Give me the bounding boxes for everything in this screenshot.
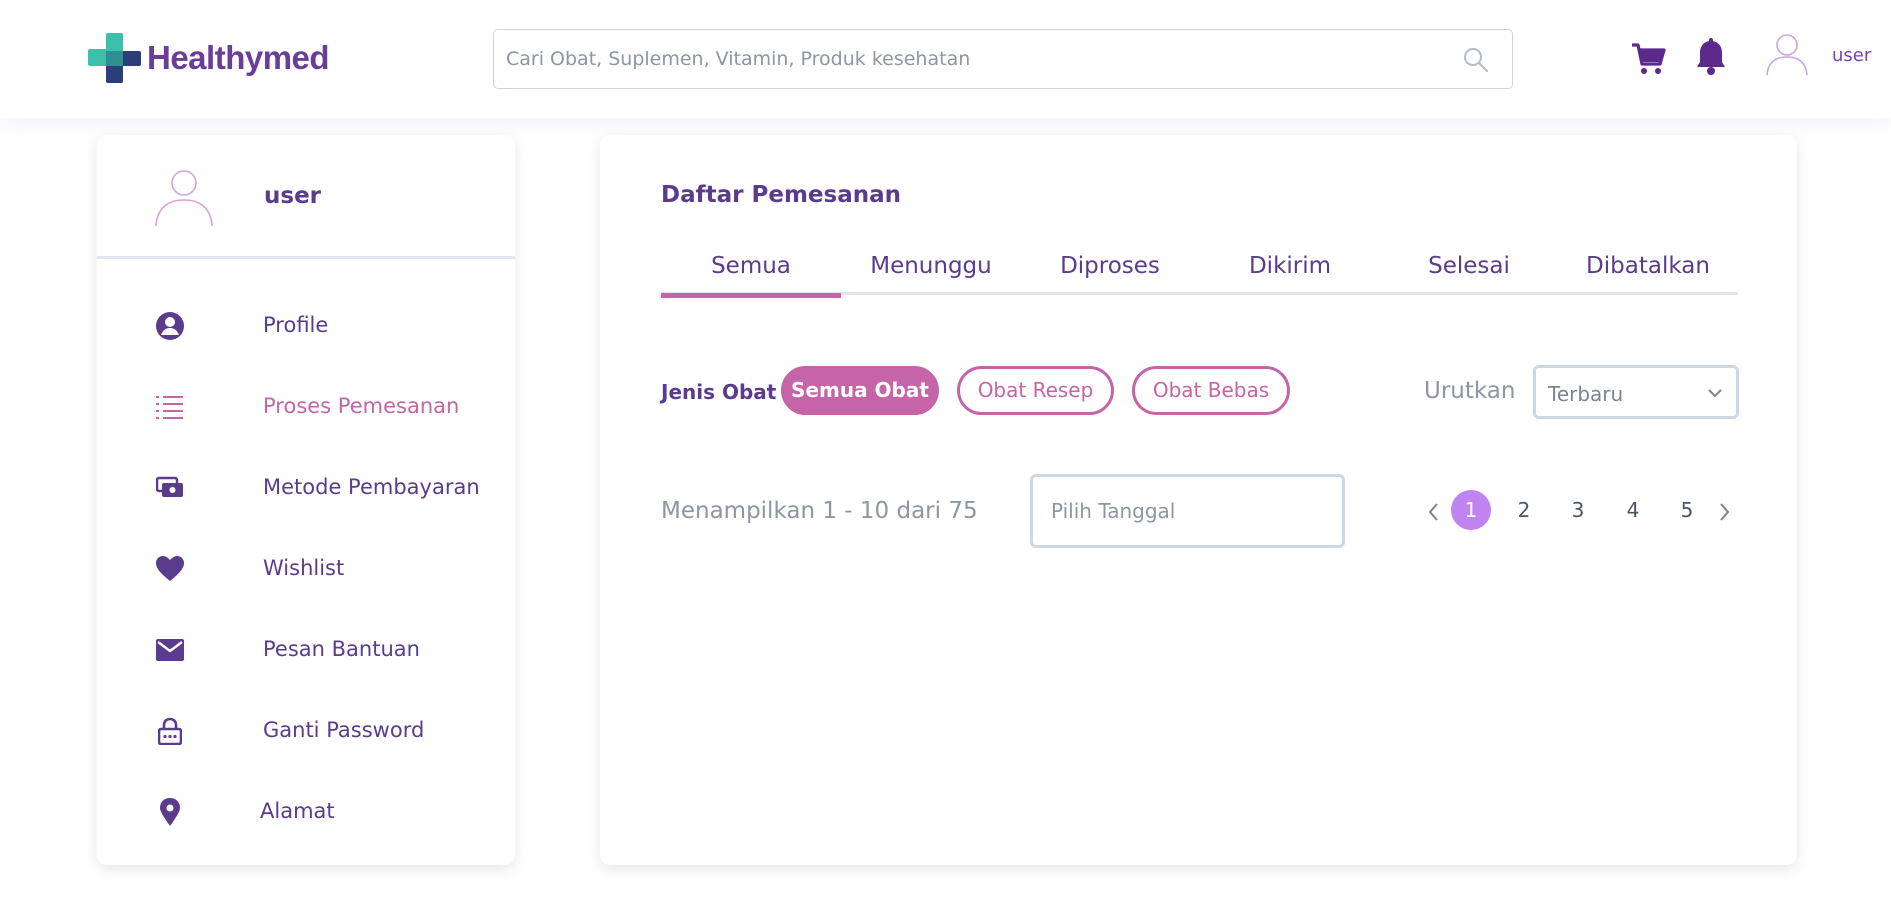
- sidebar-username: user: [264, 183, 322, 209]
- sidebar-item-label: Wishlist: [263, 556, 345, 580]
- search-icon[interactable]: [1462, 46, 1490, 74]
- sidebar-item-pesan-bantuan[interactable]: Pesan Bantuan: [97, 625, 515, 675]
- results-count: Menampilkan 1 - 10 dari 75: [661, 498, 978, 524]
- avatar-icon: [153, 167, 215, 227]
- page-2[interactable]: 2: [1504, 490, 1544, 530]
- sidebar-item-label: Pesan Bantuan: [263, 637, 420, 661]
- sidebar-item-metode-pembayaran[interactable]: Metode Pembayaran: [97, 463, 515, 513]
- search-input[interactable]: [506, 30, 1466, 88]
- page-3[interactable]: 3: [1558, 490, 1598, 530]
- chip-semua-obat[interactable]: Semua Obat: [781, 366, 939, 415]
- sidebar-item-label: Alamat: [260, 799, 335, 823]
- filter-label: Jenis Obat: [661, 380, 777, 404]
- account-sidebar: user Profile Proses Pemesanan Metode Pem…: [97, 135, 515, 865]
- sidebar-item-ganti-password[interactable]: Ganti Password: [97, 706, 515, 756]
- brand-name: Healthymed: [147, 39, 330, 76]
- page-4[interactable]: 4: [1613, 490, 1653, 530]
- page-1[interactable]: 1: [1451, 490, 1491, 530]
- orders-panel: Daftar Pemesanan Semua Menunggu Diproses…: [600, 135, 1797, 865]
- order-status-tabs: Semua Menunggu Diproses Dikirim Selesai …: [661, 243, 1738, 298]
- chevron-right-icon[interactable]: [1714, 500, 1734, 524]
- location-pin-icon: [155, 797, 185, 827]
- sidebar-item-label: Proses Pemesanan: [263, 394, 460, 418]
- heart-icon: [155, 554, 185, 584]
- chip-obat-resep[interactable]: Obat Resep: [957, 366, 1114, 415]
- tab-dikirim[interactable]: Dikirim: [1200, 243, 1380, 295]
- sort-selected-value: Terbaru: [1548, 382, 1624, 406]
- search-bar: [493, 29, 1513, 89]
- tab-menunggu[interactable]: Menunggu: [841, 243, 1021, 295]
- bell-icon[interactable]: [1695, 38, 1727, 76]
- sidebar-item-alamat[interactable]: Alamat: [97, 787, 515, 837]
- sidebar-item-proses-pemesanan[interactable]: Proses Pemesanan: [97, 382, 515, 432]
- page-5[interactable]: 5: [1667, 490, 1707, 530]
- top-header: Healthymed user: [0, 0, 1891, 118]
- mail-icon: [155, 635, 185, 665]
- sidebar-item-label: Ganti Password: [263, 718, 425, 742]
- avatar-icon[interactable]: [1764, 32, 1810, 76]
- tab-selesai[interactable]: Selesai: [1379, 243, 1559, 295]
- header-username[interactable]: user: [1832, 45, 1871, 66]
- tab-diproses[interactable]: Diproses: [1020, 243, 1200, 295]
- payment-icon: [155, 473, 185, 503]
- cart-icon[interactable]: [1630, 40, 1666, 76]
- list-icon: [155, 392, 185, 422]
- date-input[interactable]: [1051, 477, 1331, 545]
- sort-label: Urutkan: [1424, 378, 1516, 404]
- brand-logo[interactable]: Healthymed: [88, 33, 330, 83]
- sidebar-item-profile[interactable]: Profile: [97, 301, 515, 351]
- tab-dibatalkan[interactable]: Dibatalkan: [1558, 243, 1738, 295]
- chevron-left-icon[interactable]: [1424, 500, 1444, 524]
- date-picker: [1030, 474, 1345, 548]
- sidebar-item-label: Metode Pembayaran: [263, 475, 480, 499]
- sidebar-profile-header: user: [97, 135, 515, 259]
- medical-cross-logo-icon: [88, 33, 141, 83]
- page-title: Daftar Pemesanan: [661, 182, 901, 208]
- sidebar-item-wishlist[interactable]: Wishlist: [97, 544, 515, 594]
- tab-semua[interactable]: Semua: [661, 243, 841, 298]
- chip-obat-bebas[interactable]: Obat Bebas: [1132, 366, 1290, 415]
- chevron-down-icon: [1706, 384, 1724, 402]
- lock-icon: [155, 716, 185, 746]
- sidebar-item-label: Profile: [263, 313, 329, 337]
- user-circle-icon: [155, 311, 185, 341]
- sort-dropdown[interactable]: Terbaru: [1533, 365, 1739, 419]
